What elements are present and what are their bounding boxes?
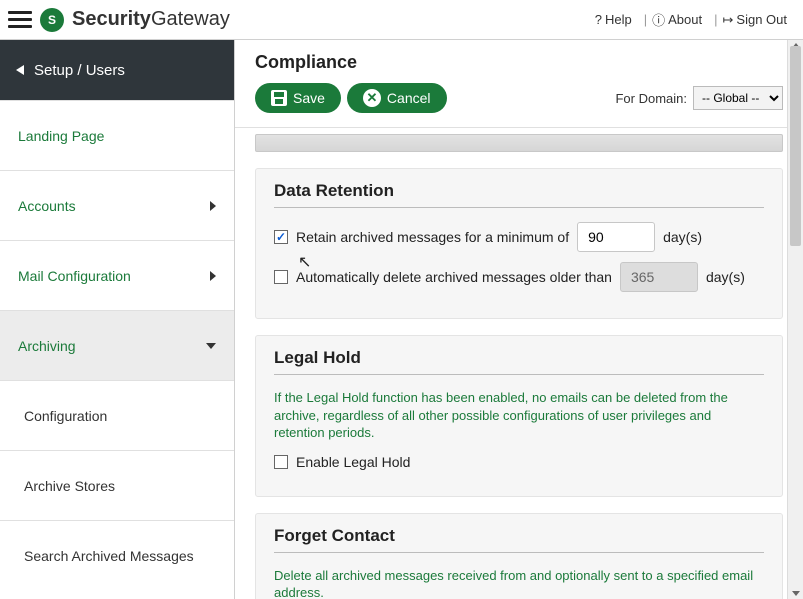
back-icon bbox=[16, 65, 24, 75]
retain-checkbox[interactable] bbox=[274, 230, 288, 244]
forget-desc: Delete all archived messages received fr… bbox=[274, 567, 764, 599]
autodelete-days-input bbox=[620, 262, 698, 292]
save-button[interactable]: Save bbox=[255, 83, 341, 113]
chevron-right-icon bbox=[210, 201, 216, 211]
domain-label: For Domain: bbox=[615, 91, 687, 106]
info-icon: ⓘ bbox=[652, 10, 665, 29]
scrollbar[interactable] bbox=[787, 40, 803, 599]
brand: SecurityGateway bbox=[72, 8, 230, 31]
content-scroll[interactable]: Data Retention Retain archived messages … bbox=[235, 128, 803, 599]
legal-hold-desc: If the Legal Hold function has been enab… bbox=[274, 389, 764, 442]
autodelete-unit: day(s) bbox=[706, 269, 745, 285]
scroll-thumb[interactable] bbox=[790, 46, 801, 246]
legal-hold-panel: Legal Hold If the Legal Hold function ha… bbox=[255, 335, 783, 497]
data-retention-panel: Data Retention Retain archived messages … bbox=[255, 168, 783, 319]
sidebar-item-archiving[interactable]: Archiving bbox=[0, 310, 234, 380]
scroll-down-icon bbox=[792, 591, 800, 596]
sidebar-sub-search[interactable]: Search Archived Messages bbox=[0, 520, 234, 590]
sidebar-item-landing[interactable]: Landing Page bbox=[0, 100, 234, 170]
signout-icon: ↦ bbox=[723, 12, 734, 28]
breadcrumb[interactable]: Setup / Users bbox=[0, 40, 234, 100]
help-link[interactable]: ? Help bbox=[591, 12, 636, 27]
forget-contact-panel: Forget Contact Delete all archived messa… bbox=[255, 513, 783, 599]
retain-days-input[interactable] bbox=[577, 222, 655, 252]
main: Compliance Save ✕ Cancel For Domain: -- bbox=[235, 40, 803, 599]
save-icon bbox=[271, 90, 287, 106]
section-heading: Forget Contact bbox=[274, 526, 764, 553]
signout-link[interactable]: | ↦ Sign Out bbox=[710, 12, 791, 28]
chevron-down-icon bbox=[206, 343, 216, 349]
legal-hold-label: Enable Legal Hold bbox=[296, 454, 410, 470]
retain-unit: day(s) bbox=[663, 229, 702, 245]
autodelete-label: Automatically delete archived messages o… bbox=[296, 269, 612, 285]
chevron-right-icon bbox=[210, 271, 216, 281]
sidebar-sub-stores[interactable]: Archive Stores bbox=[0, 450, 234, 520]
logo-icon: S bbox=[40, 8, 64, 32]
retain-label: Retain archived messages for a minimum o… bbox=[296, 229, 569, 245]
section-heading: Legal Hold bbox=[274, 348, 764, 375]
page-title: Compliance bbox=[255, 52, 783, 73]
cancel-button[interactable]: ✕ Cancel bbox=[347, 83, 447, 113]
about-link[interactable]: | ⓘ About bbox=[640, 10, 706, 29]
sidebar-item-mailconfig[interactable]: Mail Configuration bbox=[0, 240, 234, 310]
legal-hold-checkbox[interactable] bbox=[274, 455, 288, 469]
cancel-icon: ✕ bbox=[363, 89, 381, 107]
topbar: S SecurityGateway ? Help | ⓘ About | ↦ S… bbox=[0, 0, 803, 40]
menu-toggle[interactable] bbox=[8, 7, 32, 32]
domain-select[interactable]: -- Global -- bbox=[693, 86, 783, 110]
section-heading: Data Retention bbox=[274, 181, 764, 208]
sidebar-sub-configuration[interactable]: Configuration bbox=[0, 380, 234, 450]
help-icon: ? bbox=[595, 12, 602, 27]
collapsed-panel bbox=[255, 134, 783, 152]
autodelete-checkbox[interactable] bbox=[274, 270, 288, 284]
sidebar-item-accounts[interactable]: Accounts bbox=[0, 170, 234, 240]
sidebar: Setup / Users Landing Page Accounts Mail… bbox=[0, 40, 235, 599]
